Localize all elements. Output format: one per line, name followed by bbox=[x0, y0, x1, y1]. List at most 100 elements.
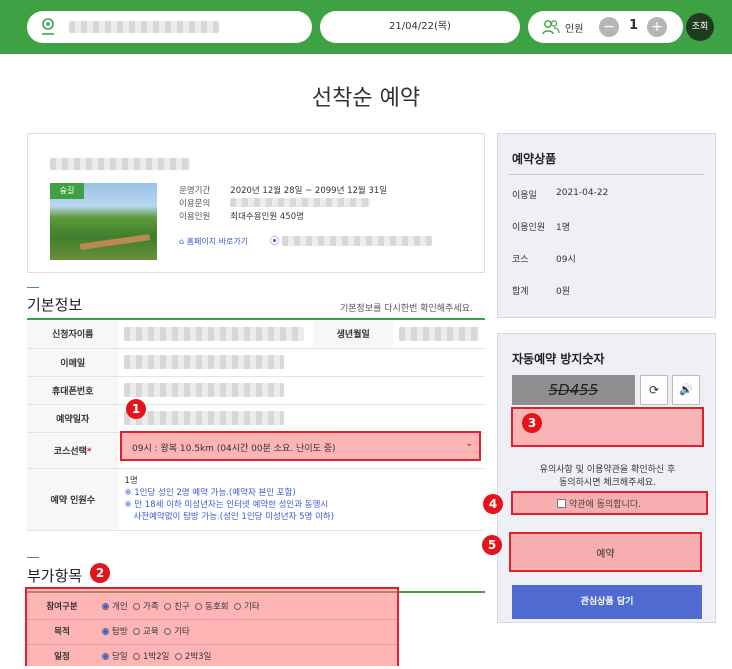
home-icon: ⌂ bbox=[179, 237, 185, 246]
option-label: 가족 bbox=[143, 602, 159, 612]
option-label: 친구 bbox=[174, 602, 190, 612]
product-info: 운영기간 2020년 12월 28일 ~ 2099년 12월 31일 이용문의 이… bbox=[179, 185, 387, 224]
summary-row: 이용인원 1명 bbox=[512, 220, 570, 233]
row-label: 목적 bbox=[54, 627, 70, 637]
option-label: 1박2일 bbox=[143, 652, 170, 662]
radio-option[interactable]: 1박2일 bbox=[133, 652, 170, 662]
radio-icon bbox=[102, 653, 109, 660]
summary-value: 2021-04-22 bbox=[556, 188, 609, 198]
reserve-label: 예약 bbox=[596, 549, 615, 560]
agree-notice: 유의사항 및 이용약관을 확인하신 후 동의하시면 체크해주세요. bbox=[498, 464, 717, 490]
row-label: 예약 인원수 bbox=[27, 468, 119, 531]
people-icon bbox=[542, 19, 560, 39]
radio-option[interactable]: 기타 bbox=[164, 627, 190, 637]
row-label: 휴대폰번호 bbox=[27, 376, 119, 405]
summary-title: 예약상품 bbox=[512, 152, 557, 166]
summary-panel: 예약상품 이용일 2021-04-22 이용인원 1명 코스 09시 합계 0원 bbox=[497, 133, 716, 318]
trail-path bbox=[79, 234, 151, 250]
radio-option[interactable]: 2박3일 bbox=[174, 652, 212, 662]
location-pin-icon: ⦿ bbox=[270, 237, 280, 247]
row-label: 신청자이름 bbox=[27, 320, 119, 349]
person-field: 인원 − 1 + bbox=[528, 11, 683, 43]
step-badge: 4 bbox=[483, 494, 503, 514]
product-name bbox=[50, 158, 190, 170]
captcha-title: 자동예약 방지숫자 bbox=[512, 352, 605, 366]
table-row: 예약일자 bbox=[27, 404, 485, 433]
option-group: 개인 가족 친구 동호회 기타 bbox=[102, 595, 260, 619]
product-badge: 숲길 bbox=[50, 183, 84, 199]
address-value bbox=[282, 236, 432, 246]
speaker-icon[interactable]: 🔊 bbox=[672, 375, 700, 405]
homepage-link[interactable]: ⌂ 홈페이지 바로가기 bbox=[179, 236, 248, 247]
radio-icon bbox=[164, 603, 172, 610]
row-label: 생년월일 bbox=[313, 320, 393, 349]
radio-icon bbox=[174, 653, 182, 660]
agree-label: 약관에 동의합니다. bbox=[569, 500, 641, 510]
agree-option[interactable]: 약관에 동의합니다. bbox=[557, 497, 641, 510]
table-row: 신청자이름 생년월일 bbox=[27, 320, 485, 349]
radio-option[interactable]: 개인 bbox=[102, 602, 128, 612]
option-label: 당일 bbox=[112, 652, 128, 662]
minus-button[interactable]: − bbox=[599, 17, 619, 37]
captcha-image: 5D455 bbox=[512, 375, 635, 405]
summary-value: 0원 bbox=[556, 287, 571, 297]
reserve-button[interactable]: 예약 bbox=[509, 532, 702, 572]
info-value: 2020년 12월 28일 ~ 2099년 12월 31일 bbox=[230, 186, 388, 196]
name-value bbox=[118, 320, 314, 349]
course-select-value: 09시 : 왕복 10.5km (04시간 00분 소요. 난이도 중) bbox=[132, 444, 336, 454]
refresh-icon[interactable]: ⟳ bbox=[640, 375, 668, 405]
radio-option[interactable]: 동호회 bbox=[195, 602, 229, 612]
page-title: 선착순 예약 bbox=[311, 86, 421, 111]
step-badge: 1 bbox=[126, 399, 146, 419]
wishlist-button[interactable]: 관심상품 담기 bbox=[512, 585, 702, 619]
summary-label: 합계 bbox=[512, 287, 529, 297]
agree-checkbox-row[interactable]: 약관에 동의합니다. bbox=[511, 491, 708, 515]
email-value bbox=[118, 348, 485, 377]
radio-icon bbox=[164, 628, 172, 635]
table-row: 이메일 bbox=[27, 348, 485, 377]
step-badge: 2 bbox=[90, 563, 110, 583]
homepage-label: 홈페이지 바로가기 bbox=[186, 237, 249, 246]
radio-option[interactable]: 친구 bbox=[164, 602, 190, 612]
extra-title: 부가항목 bbox=[27, 567, 83, 585]
basic-info-table: 신청자이름 생년월일 이메일 휴대폰번호 예약일자 코스선택* 예약 인원수 1… bbox=[27, 320, 485, 531]
date-value: 21/04/22(목) bbox=[389, 21, 451, 32]
radio-icon bbox=[133, 603, 141, 610]
person-label: 인원 bbox=[565, 24, 584, 35]
date-field[interactable]: 21/04/22(목) bbox=[320, 11, 520, 43]
option-label: 2박3일 bbox=[184, 652, 212, 662]
notice-line: 동의하시면 체크해주세요. bbox=[559, 478, 656, 488]
people-note: 사전예약없이 탐방 가능.(성인 1인당 미성년자 5명 이하) bbox=[133, 512, 335, 522]
date-value bbox=[118, 404, 485, 433]
radio-icon bbox=[133, 653, 141, 660]
course-select[interactable]: 09시 : 왕복 10.5km (04시간 00분 소요. 난이도 중) ⌄ bbox=[120, 431, 481, 461]
plus-button[interactable]: + bbox=[647, 17, 667, 37]
radio-option[interactable]: 교육 bbox=[133, 627, 159, 637]
option-label: 교육 bbox=[143, 627, 159, 637]
person-count: 1 bbox=[629, 18, 639, 33]
option-label: 기타 bbox=[174, 627, 190, 637]
table-row: 휴대폰번호 bbox=[27, 376, 485, 405]
section-accent bbox=[27, 557, 39, 558]
summary-row: 코스 09시 bbox=[512, 252, 576, 265]
extra-table: 참여구분 개인 가족 친구 동호회 기타 목적 탐방 교육 기타 일정 당일 1… bbox=[27, 595, 397, 669]
step-badge: 5 bbox=[482, 535, 502, 555]
checkbox-icon bbox=[557, 499, 566, 508]
radio-option[interactable]: 가족 bbox=[133, 602, 159, 612]
radio-icon bbox=[234, 603, 242, 610]
location-value bbox=[69, 21, 219, 33]
search-button[interactable]: 조회 bbox=[686, 13, 714, 41]
info-label: 운영기간 bbox=[179, 186, 211, 196]
basic-title: 기본정보 bbox=[27, 296, 83, 314]
option-label: 개인 bbox=[112, 602, 128, 612]
radio-option[interactable]: 기타 bbox=[234, 602, 260, 612]
summary-label: 이용일 bbox=[512, 191, 537, 201]
location-field[interactable] bbox=[27, 11, 312, 43]
row-label: 일정 bbox=[54, 652, 70, 662]
radio-icon bbox=[195, 603, 203, 610]
radio-option[interactable]: 당일 bbox=[102, 652, 128, 662]
radio-option[interactable]: 탐방 bbox=[102, 627, 128, 637]
row-label: 예약일자 bbox=[27, 404, 119, 433]
radio-icon bbox=[102, 603, 109, 610]
top-bar: 21/04/22(목) 인원 − 1 + 조회 bbox=[0, 0, 732, 54]
